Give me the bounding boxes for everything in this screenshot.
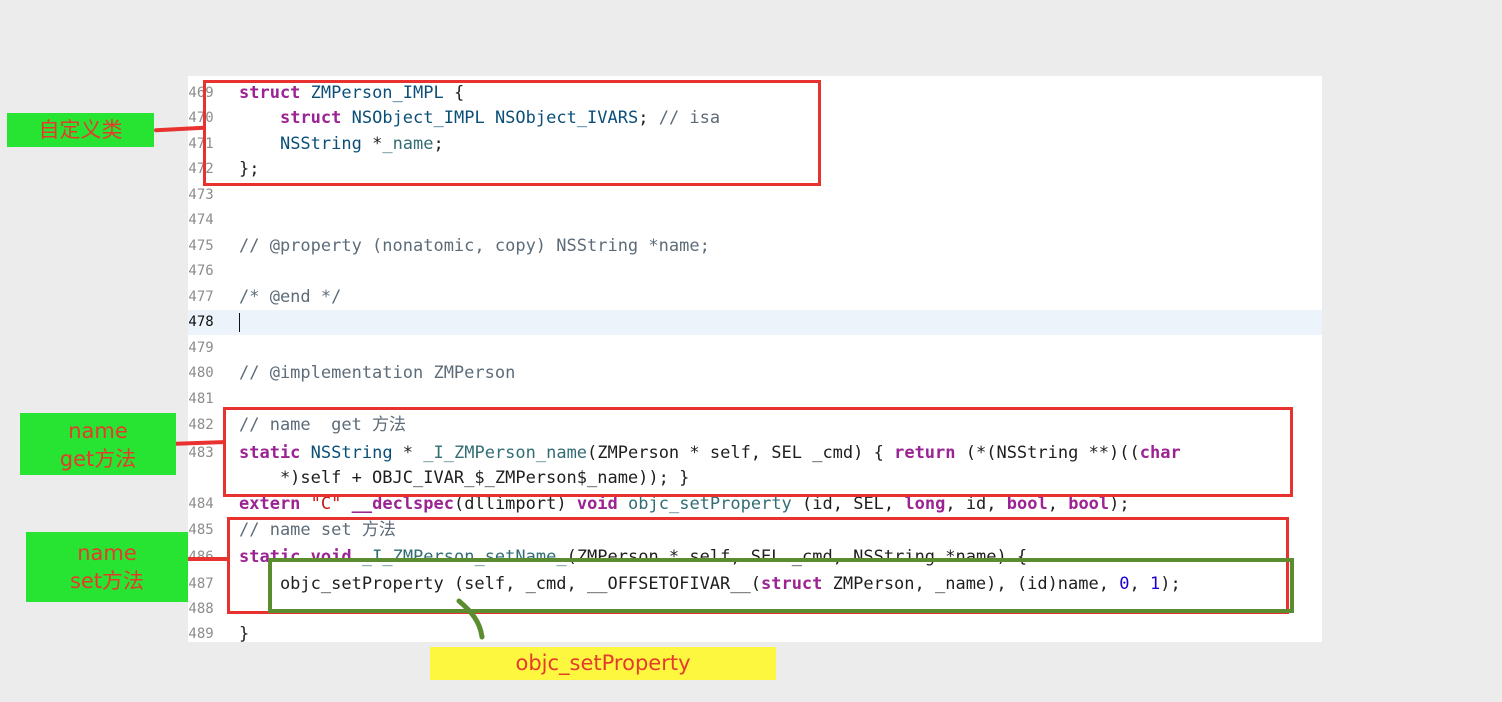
name-set-label: name set方法 xyxy=(26,532,188,602)
custom-class-label: 自定义类 xyxy=(7,113,154,147)
name-get-line1: name xyxy=(68,419,128,443)
objc-setproperty-text: objc_setProperty xyxy=(515,651,691,675)
custom-class-text: 自定义类 xyxy=(38,118,123,142)
name-set-line1: name xyxy=(77,541,137,565)
objc-setproperty-label: objc_setProperty xyxy=(430,647,776,680)
objc-setproperty-connector xyxy=(456,598,485,640)
name-get-line2: get方法 xyxy=(59,447,137,471)
name-set-line2: set方法 xyxy=(69,569,145,593)
name-get-label: name get方法 xyxy=(20,413,176,475)
